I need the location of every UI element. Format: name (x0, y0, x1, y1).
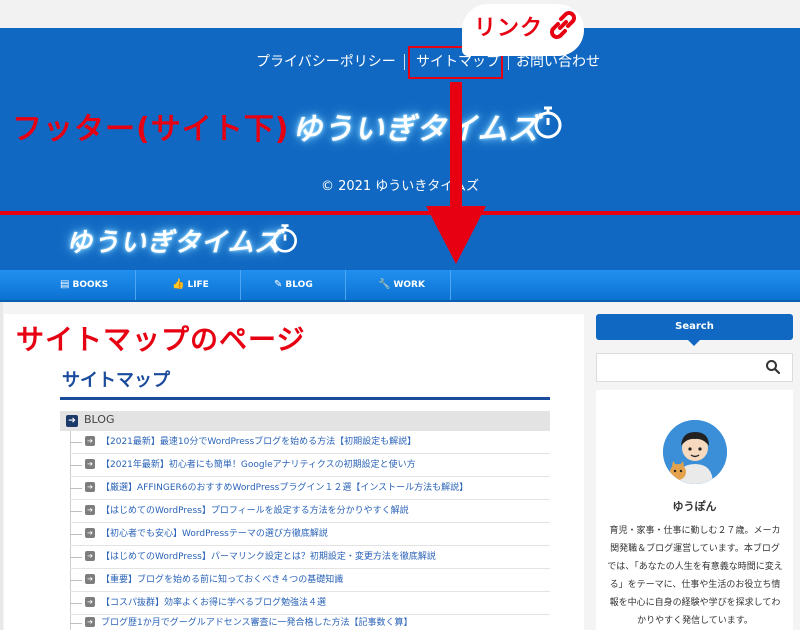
footer-nav: プライバシーポリシー サイトマップ お問い合わせ (0, 52, 800, 72)
sitemap-item-link[interactable]: 【コスパ抜群】効率よくお得に学べるブログ勉強法４選 (101, 595, 326, 608)
nav-item-label: LIFE (187, 280, 209, 290)
sitemap-item[interactable]: ➔ 【はじめてのWordPress】プロフィールを設定する方法を分かりやすく解説 (70, 500, 550, 523)
nav-item-label: BLOG (285, 280, 313, 290)
tree-elbow (70, 592, 82, 604)
nav-item-life[interactable]: 👍 LIFE (172, 270, 209, 300)
avatar (663, 420, 727, 484)
annotation-arrow-head (426, 206, 486, 264)
sitemap-item[interactable]: ➔ ブログ歴1か月でグーグルアドセンス審査に一発合格した方法【記事数く算】 (70, 612, 550, 630)
tree-elbow (70, 612, 82, 624)
arrow-right-icon: ➔ (85, 597, 95, 607)
book-icon: ▤ (60, 279, 70, 290)
nav-divider (135, 270, 136, 300)
tree-elbow (70, 523, 82, 535)
sitemap-item-link[interactable]: 【初心者でも安心】WordPressテーマの選び方徹底解説 (101, 526, 328, 539)
sitemap-item-link[interactable]: 【厳選】AFFINGER6のおすすめWordPressプラグイン１２選【インスト… (101, 480, 468, 493)
nav-item-label: BOOKS (72, 280, 109, 290)
sitemap-annotation-label: サイトマップのページ (16, 323, 306, 356)
sitemap-item-link[interactable]: ブログ歴1か月でグーグルアドセンス審査に一発合格した方法【記事数く算】 (101, 615, 413, 628)
tree-elbow (70, 500, 82, 512)
search-icon[interactable] (764, 358, 782, 376)
sitemap-category-label: BLOG (84, 413, 115, 426)
nav-divider (345, 270, 346, 300)
footer-site-logo[interactable]: ゆういぎタイムズ (292, 104, 539, 148)
footer-link-privacy[interactable]: プライバシーポリシー (256, 52, 396, 72)
footer-nav-separator (508, 54, 509, 70)
nav-item-work[interactable]: 🔧 WORK (378, 270, 425, 300)
global-nav: ▤ BOOKS 👍 LIFE ✎ BLOG 🔧 WORK (0, 270, 800, 302)
sitemap-category-row[interactable]: ➔ BLOG (60, 411, 550, 431)
thumbs-up-icon: 👍 (172, 279, 185, 290)
nav-divider (240, 270, 241, 300)
sitemap-item-link[interactable]: 【はじめてのWordPress】パーマリンク設定とは？初期設定・変更方法を徹底解… (101, 549, 436, 562)
annotation-arrow-shaft (450, 82, 462, 212)
arrow-right-icon: ➔ (85, 459, 95, 469)
stopwatch-icon (273, 224, 297, 253)
arrow-right-icon: ➔ (85, 482, 95, 492)
arrow-right-icon: ➔ (85, 574, 95, 584)
sitemap-item-link[interactable]: 【2021年最新】初心者にも簡単！Googleアナリティクスの初期設定と使い方 (101, 457, 416, 470)
arrow-right-icon: ➔ (85, 617, 95, 627)
arrow-right-icon: ➔ (85, 436, 95, 446)
nav-item-books[interactable]: ▤ BOOKS (60, 270, 108, 300)
profile-bio: 育児・家事・仕事に勤しむ２７歳。メーカ関発職＆ブログ運営しています。本ブログでは… (607, 526, 783, 626)
nav-item-blog[interactable]: ✎ BLOG (274, 270, 313, 300)
arrow-right-icon: ➔ (85, 505, 95, 515)
sitemap-item-link[interactable]: 【はじめてのWordPress】プロフィールを設定する方法を分かりやすく解説 (101, 503, 409, 516)
sitemap-item[interactable]: ➔ 【初心者でも安心】WordPressテーマの選び方徹底解説 (70, 523, 550, 546)
tree-elbow (70, 431, 82, 443)
footer-annotation-label: フッター(サイト下) (12, 112, 290, 147)
edit-icon: ✎ (274, 279, 283, 290)
search-widget-title-text: Search (675, 321, 714, 332)
arrow-right-icon: ➔ (66, 415, 78, 427)
wrench-icon: 🔧 (378, 279, 391, 290)
sitemap-item[interactable]: ➔ 【厳選】AFFINGER6のおすすめWordPressプラグイン１２選【イン… (70, 477, 550, 500)
top-strip (0, 0, 800, 28)
profile-name: ゆうぽん (672, 500, 717, 513)
nav-divider (450, 270, 451, 300)
nav-item-label: WORK (393, 280, 425, 290)
title-underline (60, 397, 550, 400)
search-title-notch (688, 340, 700, 346)
link-callout-label: リンク (474, 16, 544, 41)
header-site-logo[interactable]: ゆういぎタイムズ (66, 222, 281, 259)
sitemap-item[interactable]: ➔ 【はじめてのWordPress】パーマリンク設定とは？初期設定・変更方法を徹… (70, 546, 550, 569)
sitemap-item[interactable]: ➔ 【2021最新】最速10分でWordPressブログを始める方法【初期設定も… (70, 431, 550, 454)
page-title: サイトマップ (62, 370, 170, 391)
tree-elbow (70, 569, 82, 581)
stopwatch-icon (534, 106, 562, 139)
tree-elbow (70, 454, 82, 466)
arrow-right-icon: ➔ (85, 551, 95, 561)
tree-elbow (70, 477, 82, 489)
search-widget-title: Search (596, 314, 793, 340)
tree-elbow (70, 546, 82, 558)
sitemap-item-link[interactable]: 【重要】ブログを始める前に知っておくべき４つの基礎知識 (101, 572, 343, 585)
copyright-text: © 2021 ゆういきタイムズ (320, 179, 480, 194)
footer-nav-separator (404, 54, 405, 70)
arrow-right-icon: ➔ (85, 528, 95, 538)
sitemap-item-link[interactable]: 【2021最新】最速10分でWordPressブログを始める方法【初期設定も解説… (101, 434, 416, 447)
page-left-edge (0, 302, 3, 630)
sitemap-item[interactable]: ➔ 【重要】ブログを始める前に知っておくべき４つの基礎知識 (70, 569, 550, 592)
avatar-illustration (663, 420, 727, 484)
sitemap-item[interactable]: ➔ 【2021年最新】初心者にも簡単！Googleアナリティクスの初期設定と使い… (70, 454, 550, 477)
chain-link-icon (550, 11, 576, 39)
